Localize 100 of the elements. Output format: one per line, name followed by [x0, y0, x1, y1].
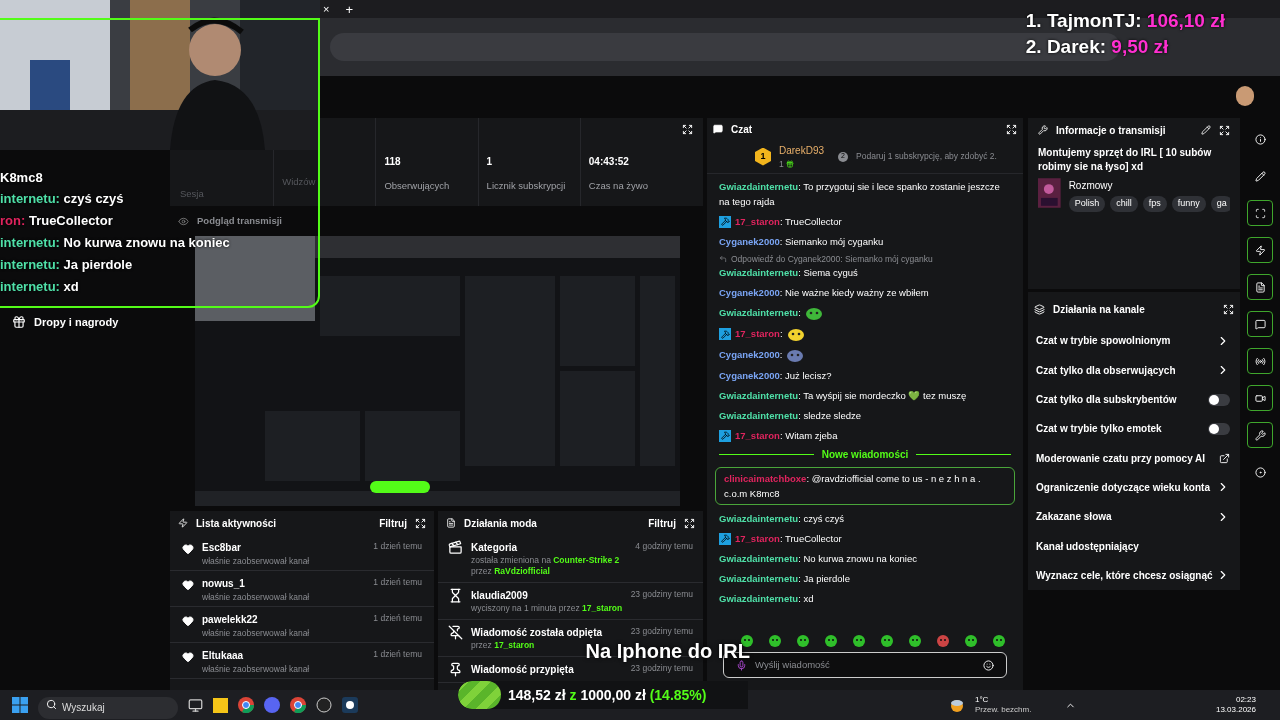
activity-text: właśnie zaobserwował kanał [202, 555, 311, 568]
steam-icon[interactable] [342, 697, 358, 713]
panel-title: Działania moda [464, 516, 537, 531]
tag[interactable]: ga [1210, 196, 1230, 212]
channel-action-label[interactable]: Czat tylko dla subskrybentów [1036, 392, 1177, 408]
tag[interactable]: chill [1110, 196, 1138, 212]
unpin-icon [448, 625, 463, 640]
edit-icon[interactable] [1201, 125, 1211, 135]
moderator-badge-icon [719, 533, 731, 545]
document-icon[interactable] [1247, 274, 1273, 300]
task-view-icon[interactable] [188, 697, 203, 713]
gift-count: 1 [779, 157, 784, 171]
document-icon [446, 518, 456, 528]
activity-time: 1 dzień temu [373, 612, 422, 625]
channel-action-label[interactable]: Zakazane słowa [1036, 509, 1112, 525]
popout-icon[interactable] [1006, 123, 1017, 135]
tag[interactable]: funny [1171, 196, 1206, 212]
discord-icon[interactable] [264, 697, 280, 713]
chat-icon[interactable] [1247, 311, 1273, 337]
chat-message: 17_staron: Witam zjeba [707, 425, 1023, 445]
camera-icon[interactable] [1247, 385, 1273, 411]
filter-button[interactable]: Filtruj [379, 515, 407, 531]
gift-icon [785, 160, 794, 168]
emote-icon[interactable] [768, 634, 782, 648]
overlay-chat-line: internetu: No kurwa znowu na koniec [0, 234, 230, 252]
browser-icon[interactable] [238, 697, 254, 713]
panel-title: Lista aktywności [196, 516, 277, 531]
popout-icon[interactable] [682, 124, 693, 135]
emote-icon[interactable] [824, 634, 838, 648]
category-icon [448, 540, 463, 555]
activity-text: właśnie zaobserwował kanał [202, 627, 311, 640]
clock-time: 02:23 [1235, 695, 1256, 705]
chat-message: Gwiazdainternetu: czyś czyś [718, 511, 846, 526]
avatar[interactable] [1236, 86, 1254, 106]
tag[interactable]: Polish [1068, 196, 1106, 212]
chat-message: 17_staron: TrueCollector [707, 528, 1023, 548]
taskbar-search-field[interactable]: Wyszukaj [38, 696, 178, 719]
stat-value: 04:43:52 [588, 155, 630, 169]
emote-icon[interactable] [880, 634, 894, 648]
chat-message: Cyganek2000: Już lecisz? [718, 368, 833, 383]
emote-icon[interactable] [964, 634, 978, 648]
lightning-icon[interactable] [1247, 237, 1273, 263]
follower-name: Esc8bar [202, 541, 242, 555]
heart-icon [182, 543, 194, 555]
wrench-icon [1038, 125, 1048, 135]
tag[interactable]: fps [1142, 196, 1167, 212]
sticky-notes-icon[interactable] [213, 697, 228, 713]
channel-action-label[interactable]: Czat tylko dla obserwujących [1036, 362, 1176, 378]
clock-date: 13.03.2026 [1215, 705, 1256, 715]
chat-message: Cyganek2000: Nie ważne kiedy ważny ze wbiłem [718, 285, 930, 300]
recorder-icon[interactable] [316, 697, 332, 713]
emoji-icon[interactable] [983, 659, 994, 671]
channel-action-label[interactable]: Wyznacz cele, które chcesz osiągnąć [1036, 567, 1213, 583]
stat-label: Licznik subskrypcji [486, 179, 567, 193]
follower-name: Eltukaaa [202, 649, 245, 663]
popout-icon[interactable] [684, 517, 695, 529]
broadcast-icon[interactable] [1247, 348, 1273, 374]
emote-icon[interactable] [908, 634, 922, 648]
chat-message: Gwiazdainternetu: xd [718, 591, 815, 606]
stat-value: 118 [384, 155, 402, 169]
stat-value: 1 [486, 155, 494, 169]
popout-icon[interactable] [415, 517, 426, 529]
sidebar-item[interactable]: Dropy i nagrody [34, 314, 119, 331]
moderator-badge-icon [719, 430, 731, 442]
channel-action-label[interactable]: Ograniczenie dotyczące wieku konta [1036, 479, 1210, 495]
channel-action-label[interactable]: Czat w trybie tylko emotek [1036, 421, 1162, 437]
category-cover [1038, 178, 1061, 208]
toggle-switch[interactable] [1208, 393, 1230, 406]
mod-action-title: Wiadomość przypięta [471, 663, 575, 677]
scan-icon[interactable] [1247, 200, 1273, 226]
popout-icon[interactable] [1219, 124, 1230, 136]
emote-icon[interactable] [796, 634, 810, 648]
eye-icon [178, 215, 189, 227]
activity-time: 1 dzień temu [373, 576, 422, 589]
overlay-chat-line: internetu: xd [0, 278, 79, 296]
rank-badge: 1 [755, 147, 771, 166]
new-tab-button[interactable]: + [345, 2, 354, 16]
toggle-switch[interactable] [1208, 422, 1230, 435]
windows-start-icon[interactable] [12, 697, 28, 713]
emote-icon[interactable] [992, 634, 1006, 648]
follower-name: nowus_1 [202, 577, 246, 591]
lightning-icon [178, 518, 188, 528]
chat-message: Gwiazdainternetu: To przygotuj sie i lece spanko zostanie jeszcze na tego rajda [718, 179, 1001, 209]
overlay-title: K8mc8 [0, 170, 43, 186]
channel-action-label[interactable]: Czat w trybie spowolnionym [1036, 333, 1171, 349]
browser-icon[interactable] [290, 697, 306, 713]
channel-action-label[interactable]: Kanał udostępniający [1036, 538, 1139, 554]
pin-icon [448, 662, 463, 677]
chat-icon [713, 124, 723, 134]
wrench-icon[interactable] [1247, 422, 1273, 448]
panel-title: Działania na kanale [1053, 302, 1146, 317]
popout-icon[interactable] [1223, 303, 1234, 315]
emote-icon[interactable] [852, 634, 866, 648]
filter-button[interactable]: Filtruj [648, 515, 676, 531]
search-icon [46, 699, 57, 710]
channel-action-label[interactable]: Moderowanie czatu przy pomocy AI [1036, 450, 1206, 466]
goal-progress-text: 148,52 zł z 1000,00 zł (14.85%) [508, 685, 707, 705]
tab-close-button[interactable]: × [323, 3, 330, 15]
message-field[interactable]: Wyślij wiadomość [755, 657, 975, 673]
donation-entry: 1. TajmonTJ: 106,10 zł [1025, 9, 1225, 33]
